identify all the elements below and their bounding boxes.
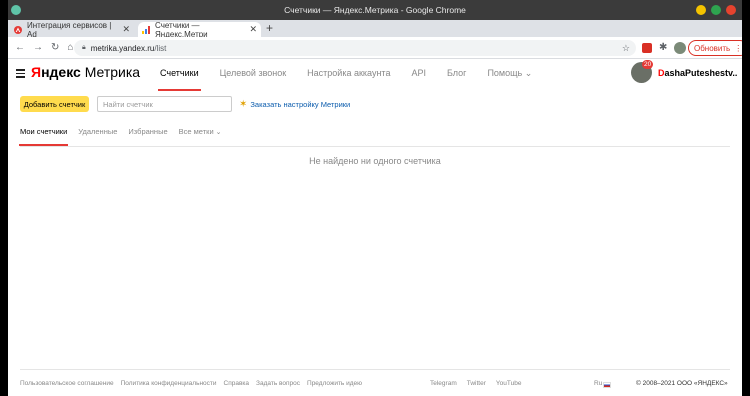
chevron-down-icon: ⌄ [524, 68, 533, 78]
nav-item-counters[interactable]: Счетчики [158, 68, 201, 91]
nav-item-help[interactable]: Помощь ⌄ [487, 68, 532, 79]
footer-link-idea[interactable]: Предложить идею [307, 380, 362, 387]
footer-link-ask[interactable]: Задать вопрос [256, 380, 300, 387]
footer-link-agreement[interactable]: Пользовательское соглашение [20, 380, 114, 387]
language-switch[interactable]: Ru [594, 380, 602, 387]
tab-all-labels[interactable]: Все метки ⌄ [179, 127, 222, 146]
forward-icon[interactable]: → [33, 42, 43, 53]
app-icon [11, 5, 21, 15]
url-field[interactable]: 🔒︎ metrika.yandex.ru/list ☆ [74, 40, 636, 56]
nav-item-api[interactable]: API [411, 68, 426, 79]
tab-label: Счетчики — Яндекс.Метри [155, 20, 208, 39]
footer-links: Пользовательское соглашение Политика кон… [20, 380, 369, 387]
title-bar: Счетчики — Яндекс.Метрика - Google Chrom… [8, 0, 742, 20]
window-title: Счетчики — Яндекс.Метрика - Google Chrom… [284, 5, 466, 15]
profile-avatar[interactable] [674, 42, 687, 54]
nav-help-label: Помощь [487, 68, 523, 78]
copyright: © 2008–2021 ООО «ЯНДЕКС» [636, 380, 728, 387]
russia-flag-icon[interactable] [603, 382, 611, 388]
reload-icon[interactable]: ↻ [51, 42, 59, 53]
notification-badge: 20 [642, 60, 654, 69]
all-labels-text: Все метки [178, 127, 214, 136]
footer-link-help[interactable]: Справка [224, 380, 250, 387]
new-tab-button[interactable]: + [266, 21, 273, 35]
puzzle-icon[interactable]: ✱ [659, 43, 667, 53]
nav-item-blog[interactable]: Блог [447, 68, 466, 79]
url-path: /list [154, 43, 167, 53]
order-setup-label: Заказать настройку Метрики [250, 100, 351, 109]
close-tab-icon[interactable]: ✕ [249, 24, 257, 35]
lock-icon[interactable]: 🔒︎ [82, 44, 86, 52]
tab-label: Интеграция сервисов | Ad [27, 20, 112, 39]
footer-link-youtube[interactable]: YouTube [496, 380, 522, 387]
user-name-rest: ashaPuteshestv... [664, 67, 739, 78]
bookmark-star-icon[interactable]: ☆ [622, 43, 630, 54]
search-counter-input[interactable] [97, 96, 232, 112]
logo-y: Я [31, 64, 42, 80]
close-tab-icon[interactable]: ✕ [122, 24, 130, 35]
metrika-favicon-icon [142, 25, 150, 34]
user-avatar[interactable]: 20 [631, 60, 654, 83]
main-nav: Счетчики Целевой звонок Настройка аккаун… [158, 68, 553, 91]
menu-dots-icon[interactable]: ⋮ [734, 44, 742, 53]
minimize-button[interactable] [696, 5, 706, 15]
site-header: Яндекс Метрика Счетчики Целевой звонок Н… [8, 59, 742, 91]
browser-tab-integration[interactable]: Интеграция сервисов | Ad ✕ [10, 20, 134, 39]
extensions-area: ✱ [642, 42, 687, 54]
footer-link-privacy[interactable]: Политика конфиденциальности [121, 380, 217, 387]
home-icon[interactable]: ⌂ [67, 42, 73, 53]
footer-social: Telegram Twitter YouTube [430, 380, 531, 387]
back-icon[interactable]: ← [15, 42, 25, 53]
address-bar: ← → ↻ ⌂ 🔒︎ metrika.yandex.ru/list ☆ ✱ Об… [8, 37, 742, 59]
logo-product: Метрика [84, 64, 141, 80]
empty-state-message: Не найдено ни одного счетчика [309, 156, 441, 166]
site-footer: Пользовательское соглашение Политика кон… [20, 369, 730, 396]
url-host: metrika.yandex.ru [90, 43, 155, 53]
order-setup-link[interactable]: ✶ Заказать настройку Метрики [239, 99, 350, 110]
metrika-page: Яндекс Метрика Счетчики Целевой звонок Н… [8, 59, 742, 396]
browser-tab-metrika[interactable]: Счетчики — Яндекс.Метри ✕ [138, 20, 261, 39]
tab-strip: Интеграция сервисов | Ad ✕ Счетчики — Ян… [8, 20, 742, 39]
chevron-down-icon: ⌄ [215, 129, 222, 136]
user-menu[interactable]: 20 DashaPuteshestv... [631, 60, 738, 83]
close-window-button[interactable] [726, 5, 736, 15]
tab-favorites[interactable]: Избранные [128, 127, 167, 146]
window-controls [696, 5, 736, 15]
magic-wand-icon: ✶ [239, 99, 248, 110]
browser-window: Счетчики — Яндекс.Метрика - Google Chrom… [8, 0, 742, 396]
footer-link-twitter[interactable]: Twitter [467, 380, 486, 387]
update-button-label: Обновить [694, 43, 731, 53]
nav-buttons: ← → ↻ ⌂ [15, 42, 73, 53]
hamburger-menu-icon[interactable] [16, 69, 25, 80]
update-button[interactable]: Обновить ⋮ [688, 40, 742, 56]
yandex-metrika-logo[interactable]: Яндекс Метрика [31, 64, 140, 80]
footer-link-telegram[interactable]: Telegram [430, 380, 457, 387]
counters-toolbar: Добавить счетчик ✶ Заказать настройку Ме… [20, 96, 730, 114]
add-counter-button[interactable]: Добавить счетчик [20, 96, 89, 112]
adobe-favicon-icon [14, 25, 22, 34]
maximize-button[interactable] [711, 5, 721, 15]
extension-icon[interactable] [642, 43, 652, 53]
nav-item-call[interactable]: Целевой звонок [220, 68, 287, 79]
logo-rest: ндекс [41, 64, 81, 80]
user-name[interactable]: DashaPuteshestv... [658, 68, 738, 78]
tab-my-counters[interactable]: Мои счетчики [18, 127, 69, 146]
counter-filter-tabs: Мои счетчики Удаленные Избранные Все мет… [18, 127, 730, 147]
tab-deleted[interactable]: Удаленные [78, 127, 117, 146]
nav-item-account[interactable]: Настройка аккаунта [307, 68, 390, 79]
